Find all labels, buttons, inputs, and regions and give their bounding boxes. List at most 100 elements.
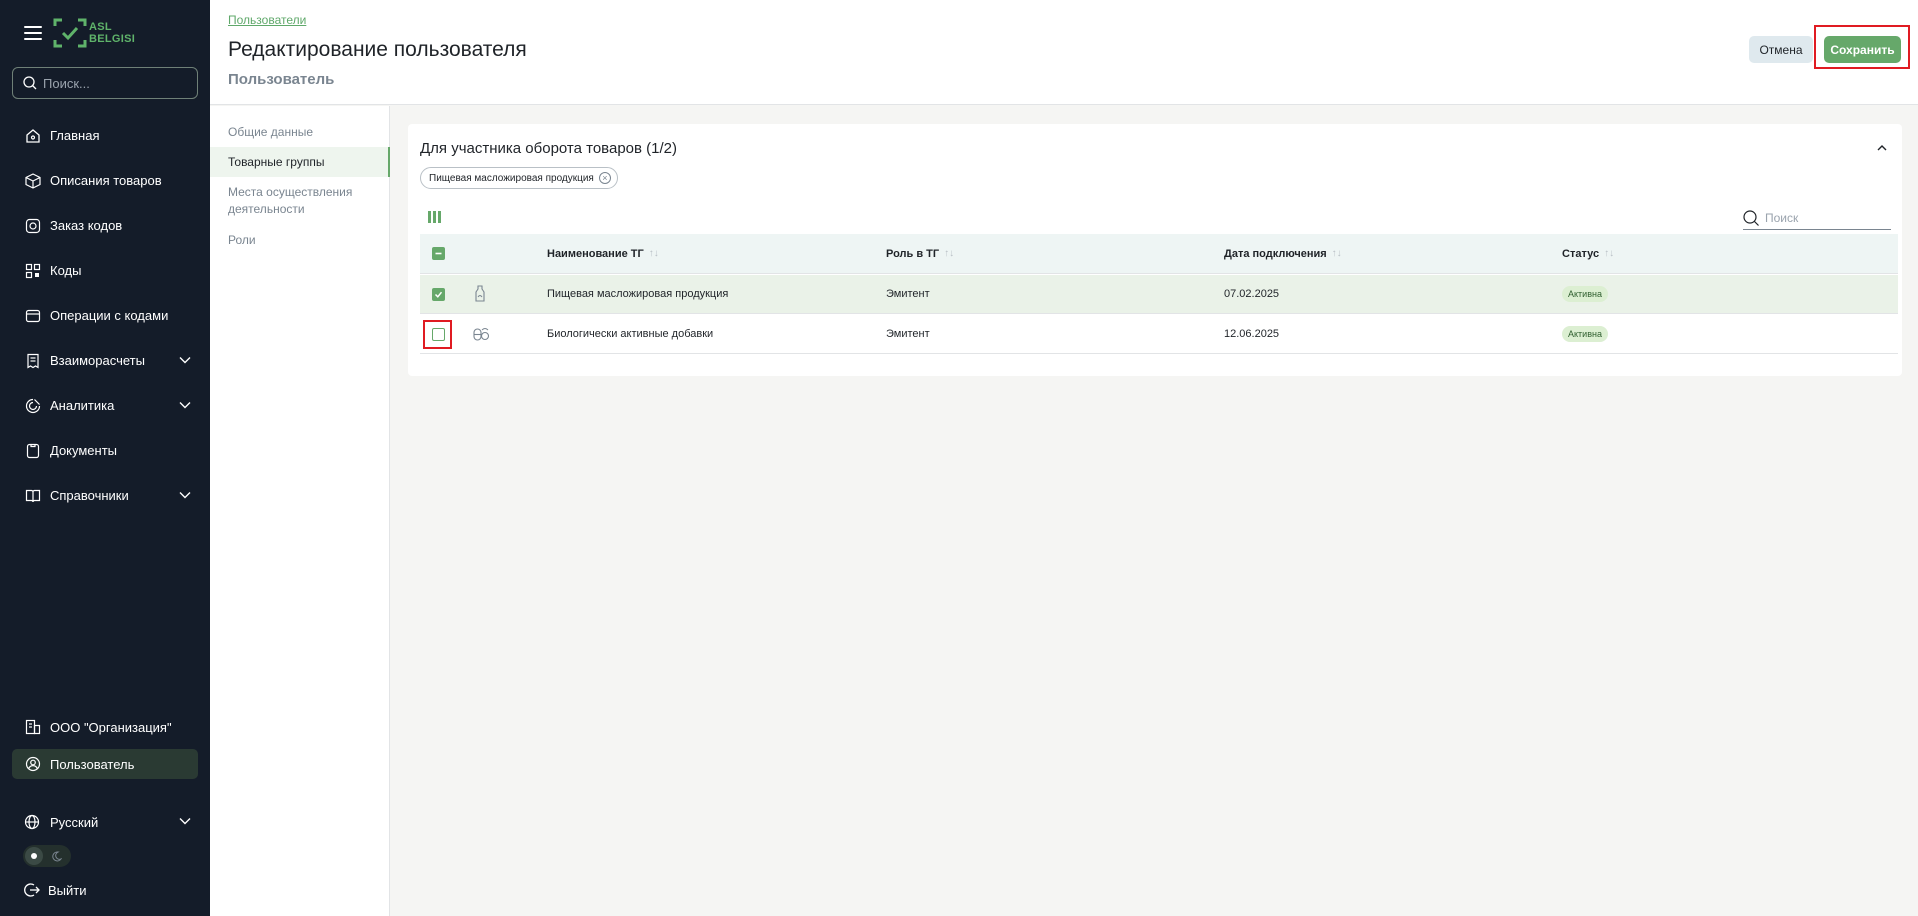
- row-checkbox[interactable]: [432, 275, 445, 313]
- chevron-up-icon[interactable]: [1876, 142, 1888, 154]
- logout-label: Выйти: [48, 882, 87, 898]
- cell-name: Биологически активные добавки: [547, 328, 714, 340]
- breadcrumb[interactable]: Пользователи: [228, 13, 306, 27]
- sun-icon: [25, 847, 43, 865]
- save-button[interactable]: Сохранить: [1824, 36, 1901, 63]
- sidebar-search[interactable]: [12, 67, 198, 99]
- cell-status: Активна: [1562, 275, 1608, 313]
- tab-locations[interactable]: Места осуществления деятельности: [210, 184, 360, 218]
- chevron-down-icon: [179, 402, 191, 409]
- chevron-down-icon: [179, 492, 191, 499]
- card-title: Для участника оборота товаров (1/2): [420, 140, 677, 157]
- cell-status: Активна: [1562, 315, 1608, 353]
- sidebar-item-label: Описания товаров: [50, 173, 162, 188]
- sidebar-item-home[interactable]: Главная: [12, 113, 198, 158]
- status-badge: Активна: [1562, 286, 1608, 302]
- columns-icon[interactable]: [428, 211, 441, 223]
- sidebar-item-organization[interactable]: ООО "Организация": [12, 712, 198, 742]
- globe-icon: [24, 813, 42, 831]
- chevron-down-icon: [179, 357, 191, 364]
- operations-icon: [24, 307, 42, 325]
- sidebar-item-analytics[interactable]: Аналитика: [12, 383, 198, 428]
- sidebar-item-settlements[interactable]: Взаиморасчеты: [12, 338, 198, 383]
- column-header-role[interactable]: Роль в ТГ ↑↓: [886, 234, 954, 273]
- qr-icon: [24, 262, 42, 280]
- sidebar-bottom: ООО "Организация" Пользователь: [12, 712, 198, 786]
- menu-icon[interactable]: [24, 26, 42, 40]
- filter-chip[interactable]: Пищевая масложировая продукция ×: [420, 167, 618, 189]
- code-order-icon: [24, 217, 42, 235]
- table-search-input[interactable]: [1765, 210, 1875, 225]
- sidebar-item-label: Главная: [50, 128, 100, 143]
- sidebar-item-references[interactable]: Справочники: [12, 473, 198, 518]
- column-header-date[interactable]: Дата подключения ↑↓: [1224, 234, 1342, 273]
- organization-label: ООО "Организация": [50, 719, 172, 735]
- sidebar-item-codes[interactable]: Коды: [12, 248, 198, 293]
- column-header-status[interactable]: Статус ↑↓: [1562, 234, 1614, 273]
- cell-date: 07.02.2025: [1224, 288, 1280, 300]
- status-badge: Активна: [1562, 326, 1608, 342]
- moon-icon: [47, 847, 65, 865]
- product-groups-card: Для участника оборота товаров (1/2) Пище…: [408, 124, 1902, 376]
- sidebar-item-code-order[interactable]: Заказ кодов: [12, 203, 198, 248]
- building-icon: [24, 718, 42, 736]
- chevron-down-icon: [179, 818, 191, 825]
- page-title: Редактирование пользователя: [228, 38, 527, 61]
- user-label: Пользователь: [50, 756, 135, 772]
- logout-icon: [24, 882, 40, 898]
- sort-icon[interactable]: ↑↓: [1604, 248, 1614, 259]
- select-all-checkbox[interactable]: [432, 234, 445, 273]
- cell-date: 12.06.2025: [1224, 328, 1280, 340]
- sidebar-item-products[interactable]: Описания товаров: [12, 158, 198, 203]
- cancel-button[interactable]: Отмена: [1749, 36, 1813, 63]
- sidebar-search-input[interactable]: [43, 75, 183, 91]
- section-nav: Общие данные Товарные группы Места осуще…: [210, 106, 390, 916]
- sidebar-item-operations[interactable]: Операции с кодами: [12, 293, 198, 338]
- user-icon: [24, 755, 42, 773]
- sidebar-item-label: Взаиморасчеты: [50, 353, 145, 368]
- sidebar-item-label: Коды: [50, 263, 82, 278]
- sidebar: ASL BELGISI Главная Описания товаров Зак…: [0, 0, 210, 916]
- language-label: Русский: [50, 814, 99, 830]
- close-icon[interactable]: ×: [598, 172, 611, 184]
- cell-role: Эмитент: [886, 328, 930, 340]
- document-icon: [24, 442, 42, 460]
- search-icon: [1743, 209, 1759, 226]
- theme-toggle[interactable]: [23, 845, 71, 867]
- sidebar-item-documents[interactable]: Документы: [12, 428, 198, 473]
- box-icon: [24, 172, 42, 190]
- sort-icon[interactable]: ↑↓: [649, 248, 659, 259]
- sidebar-item-label: Операции с кодами: [50, 308, 169, 323]
- filter-chip-label: Пищевая масложировая продукция: [429, 172, 594, 184]
- search-icon: [23, 76, 37, 90]
- oil-bottle-icon: [472, 275, 488, 313]
- table-header: Наименование ТГ ↑↓ Роль в ТГ ↑↓ Дата подкл…: [420, 234, 1898, 274]
- tab-roles[interactable]: Роли: [210, 232, 390, 249]
- tab-product-groups[interactable]: Товарные группы: [210, 147, 390, 177]
- sidebar-item-label: Документы: [50, 443, 118, 458]
- book-icon: [24, 487, 42, 505]
- sidebar-item-label: Справочники: [50, 488, 129, 503]
- cell-role: Эмитент: [886, 288, 930, 300]
- sort-icon[interactable]: ↑↓: [944, 248, 954, 259]
- sidebar-item-label: Заказ кодов: [50, 218, 123, 233]
- sidebar-item-user[interactable]: Пользователь: [12, 749, 198, 779]
- supplement-icon: [472, 315, 490, 353]
- cell-name: Пищевая масложировая продукция: [547, 288, 729, 300]
- sort-icon[interactable]: ↑↓: [1332, 248, 1342, 259]
- table-search[interactable]: [1743, 206, 1891, 230]
- logo-icon: [53, 18, 87, 48]
- sidebar-item-label: Аналитика: [50, 398, 115, 413]
- receipt-icon: [24, 352, 42, 370]
- column-header-name[interactable]: Наименование ТГ ↑↓: [547, 234, 659, 273]
- table-row[interactable]: Пищевая масложировая продукция Эмитент 0…: [420, 275, 1898, 314]
- row-checkbox[interactable]: [432, 315, 445, 353]
- page-subtitle: Пользователь: [228, 71, 335, 88]
- home-icon: [24, 127, 42, 145]
- sidebar-nav: Главная Описания товаров Заказ кодов Код…: [12, 113, 198, 518]
- logout-button[interactable]: Выйти: [24, 880, 87, 900]
- table-row[interactable]: Биологически активные добавки Эмитент 12…: [420, 315, 1898, 354]
- logo-text: ASL BELGISI: [89, 21, 136, 45]
- tab-general[interactable]: Общие данные: [210, 124, 390, 141]
- language-select[interactable]: Русский: [12, 807, 198, 837]
